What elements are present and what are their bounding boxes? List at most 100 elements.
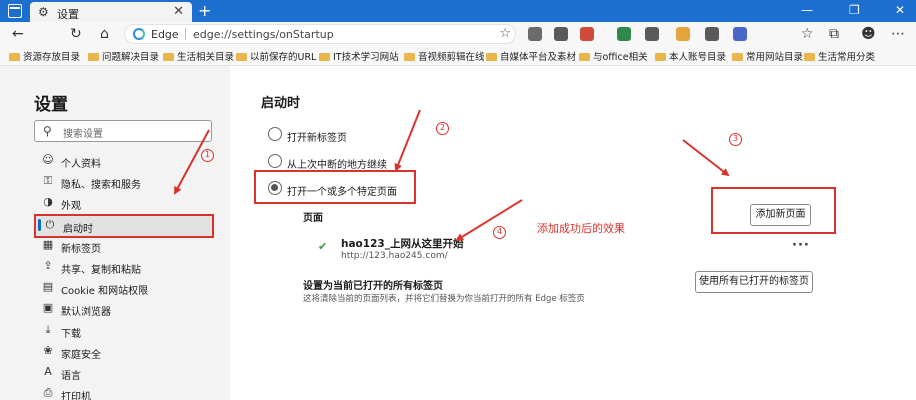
bookmark-label: 生活相关目录: [177, 52, 235, 63]
sidebar-item[interactable]: A 语言: [34, 363, 214, 383]
download-icon: ⤓: [45, 323, 51, 336]
more-actions-button[interactable]: ···: [792, 238, 810, 253]
option-label-specific-pages[interactable]: 打开一个或多个特定页面: [287, 183, 397, 198]
close-button[interactable]: ✕: [895, 3, 905, 17]
sidebar-item[interactable]: ⏻ 启动时: [34, 214, 214, 238]
extension-icon[interactable]: [705, 27, 719, 41]
pages-heading: 页面: [303, 213, 323, 224]
folder-icon: [732, 53, 743, 61]
sidebar-item-label: 家庭安全: [61, 350, 101, 361]
sidebar-item-label: 隐私、搜索和服务: [61, 180, 141, 191]
option-label-continue[interactable]: 从上次中断的地方继续: [287, 156, 387, 171]
extension-icon[interactable]: [676, 27, 690, 41]
use-all-tabs-button[interactable]: 使用所有已打开的标签页: [695, 271, 813, 293]
extension-icon[interactable]: [554, 27, 568, 41]
window-menu-icon[interactable]: [8, 4, 22, 18]
home-button[interactable]: ⌂: [100, 26, 109, 42]
extension-icon[interactable]: [580, 27, 594, 41]
sidebar-item-label: 下载: [61, 329, 81, 340]
bookmark-folder[interactable]: 常用网站目录: [732, 49, 803, 63]
extension-icon[interactable]: [645, 27, 659, 41]
bookmark-folder[interactable]: 音视频剪辑在线: [404, 49, 485, 63]
annotation-text: 添加成功后的效果: [537, 222, 625, 235]
folder-icon: [404, 53, 415, 61]
bookmark-label: 常用网站目录: [746, 52, 804, 63]
sidebar-item[interactable]: ❀ 家庭安全: [34, 342, 214, 362]
radio-continue[interactable]: [268, 154, 282, 168]
extension-icon[interactable]: [617, 27, 631, 41]
sidebar-item[interactable]: ▤ Cookie 和网站权限: [34, 278, 214, 298]
sidebar-item-label: 启动时: [63, 224, 93, 235]
search-icon: ⚲: [43, 124, 52, 138]
bookmark-folder[interactable]: 生活常用分类: [804, 49, 875, 63]
bookmark-folder[interactable]: 以前保存的URL: [236, 49, 316, 63]
profile-icon[interactable]: ☻: [861, 26, 876, 42]
bookmark-label: 自媒体平台及素材: [500, 52, 577, 63]
extension-icon[interactable]: [733, 27, 747, 41]
bookmark-folder[interactable]: 自媒体平台及素材: [486, 49, 576, 63]
sidebar-item[interactable]: ▦ 新标签页: [34, 236, 214, 256]
address-bar[interactable]: Edge edge://settings/onStartup ☆: [124, 24, 516, 44]
family-icon: ❀: [43, 344, 53, 357]
lock-icon: ⚿: [43, 174, 53, 187]
sidebar-item-label: Cookie 和网站权限: [61, 286, 149, 297]
radio-specific-pages[interactable]: [268, 181, 282, 195]
new-tab-icon: ▦: [42, 238, 54, 251]
bookmark-folder[interactable]: IT技术学习网站: [319, 49, 399, 63]
radio-new-tab[interactable]: [268, 127, 282, 141]
browser-label: Edge: [151, 28, 179, 41]
annotation-badge-1: 1: [201, 149, 214, 162]
sidebar-item-label: 打印机: [61, 392, 91, 400]
page-name: hao123_上网从这里开始: [341, 238, 464, 250]
sidebar-item-label: 语言: [61, 371, 81, 382]
printer-icon: ⎙: [43, 386, 53, 399]
sidebar-item[interactable]: ⎙ 打印机: [34, 384, 214, 400]
set-current-description: 这将清除当前的页面列表，并将它们替换为你当前打开的所有 Edge 标签页: [303, 294, 585, 304]
url-text[interactable]: edge://settings/onStartup: [193, 28, 334, 41]
folder-icon: [319, 53, 330, 61]
bookmark-folder[interactable]: 生活相关目录: [163, 49, 234, 63]
bookmarks-bar: 资源存放目录 问题解决目录 生活相关目录 以前保存的URL IT技术学习网站 音视频剪辑在…: [0, 46, 916, 66]
extension-icon[interactable]: [528, 27, 542, 41]
bookmark-folder[interactable]: 问题解决目录: [88, 49, 159, 63]
sidebar-item[interactable]: ⇪ 共享、复制和粘贴: [34, 257, 214, 277]
bookmark-folder[interactable]: 本人账号目录: [655, 49, 726, 63]
option-label-new-tab[interactable]: 打开新标签页: [287, 129, 347, 144]
edge-logo-icon: [133, 28, 145, 40]
restore-button[interactable]: ❐: [849, 3, 860, 17]
sidebar-item[interactable]: ◑ 外观: [34, 193, 214, 213]
tab-title: 设置: [57, 8, 79, 21]
search-input[interactable]: ⚲ 搜索设置: [34, 120, 212, 142]
add-page-button[interactable]: 添加新页面: [750, 204, 811, 226]
bookmark-label: 生活常用分类: [818, 52, 876, 63]
sidebar-item[interactable]: ☺ 个人资料: [34, 151, 214, 171]
tab-close-icon[interactable]: ✕: [173, 4, 184, 19]
settings-more-icon[interactable]: ⋯: [891, 26, 905, 42]
favorites-icon[interactable]: ☆: [801, 26, 814, 42]
settings-sidebar: 设置 ⚲ 搜索设置 ☺ 个人资料 ⚿ 隐私、搜索和服务 ◑ 外观 ⏻ 启动时 ▦ 新标签页 ⇪ 共享、…: [0, 66, 230, 400]
sidebar-item[interactable]: ▣ 默认浏览器: [34, 299, 214, 319]
power-icon: ⏻: [45, 218, 55, 231]
collections-icon[interactable]: ⧉: [829, 26, 839, 42]
settings-title: 设置: [34, 95, 68, 115]
sidebar-item[interactable]: ⚿ 隐私、搜索和服务: [34, 172, 214, 192]
folder-icon: [486, 53, 497, 61]
bookmark-folder[interactable]: 资源存放目录: [9, 49, 80, 63]
tab-settings[interactable]: ⚙ 设置 ✕: [30, 2, 192, 22]
favorite-star-icon[interactable]: ☆: [499, 26, 511, 41]
sidebar-item[interactable]: ⤓ 下载: [34, 321, 214, 341]
minimize-button[interactable]: —: [801, 3, 813, 17]
bookmark-label: 问题解决目录: [102, 52, 160, 63]
sidebar-item-label: 外观: [61, 201, 81, 212]
bookmark-label: IT技术学习网站: [333, 52, 399, 63]
folder-icon: [579, 53, 590, 61]
back-button[interactable]: ←: [12, 26, 24, 42]
refresh-button[interactable]: ↻: [70, 26, 82, 42]
search-placeholder: 搜索设置: [63, 129, 103, 140]
new-tab-button[interactable]: +: [198, 1, 211, 20]
bookmark-folder[interactable]: 与office相关: [579, 49, 648, 63]
bookmark-label: 音视频剪辑在线: [418, 52, 485, 63]
active-indicator: [38, 219, 41, 231]
folder-icon: [9, 53, 20, 61]
bookmark-label: 与office相关: [593, 52, 648, 63]
